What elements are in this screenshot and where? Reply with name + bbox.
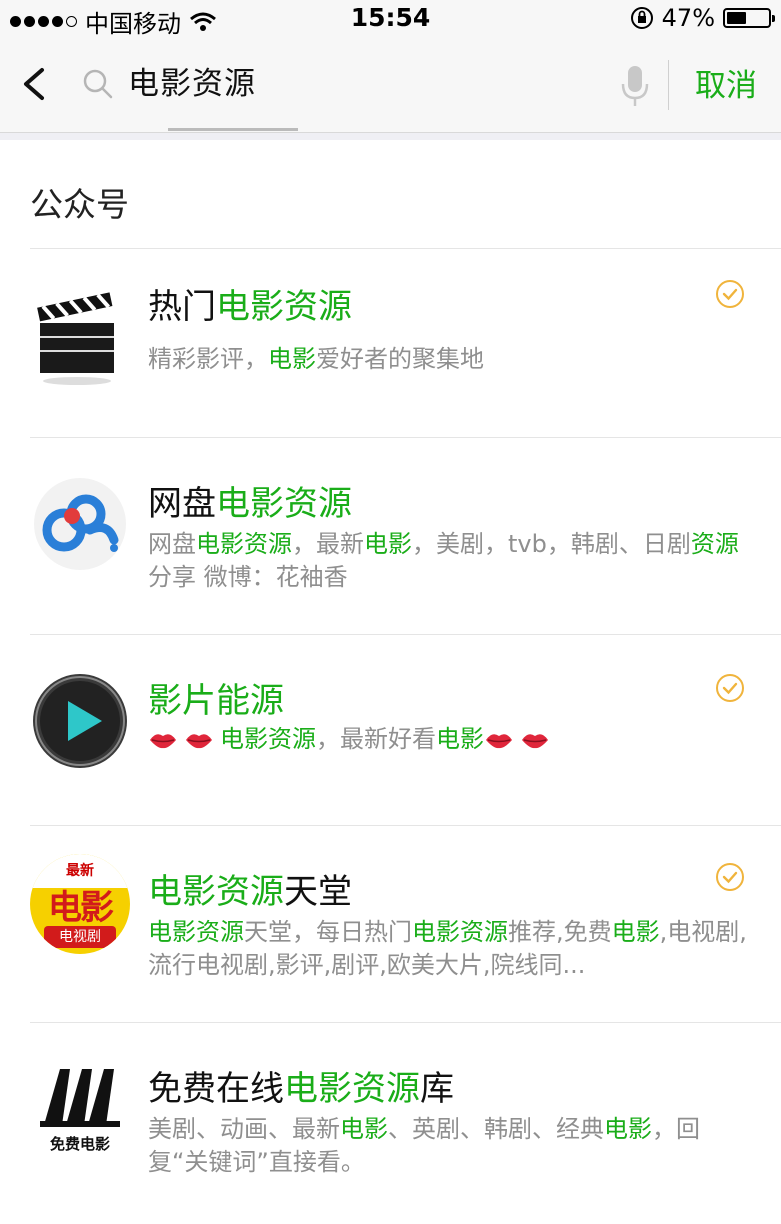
text-segment: ，最新 xyxy=(292,530,364,558)
kiss-lips-icon xyxy=(150,734,176,749)
result-list: 热门电影资源 精彩影评，电影爱好者的聚集地 网盘电影资源 网盘电影资源，最新电影… xyxy=(30,248,781,1219)
keyword-highlight: 电影 xyxy=(340,1115,388,1143)
result-title: 影片能源 xyxy=(148,673,284,722)
text-segment: 、英剧、韩剧、经典 xyxy=(388,1115,604,1143)
text-segment: 分享 微博：花袖香 xyxy=(148,563,348,591)
keyword-highlight: 电影资源 xyxy=(412,918,508,946)
result-title: 网盘电影资源 xyxy=(148,476,352,525)
text-segment: 爱好者的聚集地 xyxy=(316,345,484,373)
section-title: 公众号 xyxy=(30,185,129,224)
clapperboard-icon xyxy=(37,292,114,385)
keyword-highlight: 电影 xyxy=(364,530,412,558)
text-segment: ，美剧，tvb，韩剧、日剧 xyxy=(412,530,691,558)
verified-badge-icon xyxy=(716,674,744,702)
text-segment: 天堂 xyxy=(284,872,352,912)
keyword-highlight: 电影资源 xyxy=(216,287,352,327)
result-title: 热门电影资源 xyxy=(148,279,352,328)
keyword-highlight: 电影资源 xyxy=(148,918,244,946)
result-item[interactable]: 免费电影 免费在线电影资源库 美剧、动画、最新电影、英剧、韩剧、经典电影，回复“… xyxy=(30,1023,781,1219)
text-cursor-underline xyxy=(168,128,298,131)
result-title: 电影资源天堂 xyxy=(148,864,352,913)
text-segment: 推荐,免费 xyxy=(508,918,612,946)
result-description: 网盘电影资源，最新电影，美剧，tvb，韩剧、日剧资源分享 微博：花袖香 xyxy=(148,528,748,594)
verified-badge-icon xyxy=(716,280,744,308)
keyword-highlight: 电影资源 xyxy=(196,530,292,558)
movie-tv-badge-logo: 最新 电影 电视剧 xyxy=(30,854,130,954)
text-segment: 网盘 xyxy=(148,530,196,558)
text-segment: 精彩影评， xyxy=(148,345,268,373)
badge-main-text: 电影 xyxy=(48,888,114,928)
play-button-logo xyxy=(33,674,127,768)
orientation-lock-icon xyxy=(630,7,653,29)
text-segment: ，最新好看 xyxy=(316,725,436,753)
text-segment: 天堂，每日热门 xyxy=(244,918,412,946)
badge-top-text: 最新 xyxy=(66,863,94,879)
free-movie-logo: 免费电影 xyxy=(30,1061,130,1161)
status-bar: 中国移动 15:54 47% xyxy=(0,0,781,38)
battery-icon xyxy=(723,8,775,28)
result-title: 免费在线电影资源库 xyxy=(148,1061,454,1110)
cancel-button[interactable]: 取消 xyxy=(680,62,772,110)
kiss-lips-icon xyxy=(186,734,212,749)
keyword-highlight: 电影 xyxy=(268,345,316,373)
result-description: 电影资源，最新好看电影 xyxy=(148,723,748,756)
search-results: 公众号 热门电影资源 精彩影评，电影爱好者的聚集地 网盘电影资源 网盘电影资源，… xyxy=(0,140,781,1224)
search-icon xyxy=(83,69,113,99)
result-item[interactable]: 热门电影资源 精彩影评，电影爱好者的聚集地 xyxy=(30,249,781,438)
result-description: 电影资源天堂，每日热门电影资源推荐,免费电影,电视剧,流行电视剧,影评,剧评,欧… xyxy=(148,916,748,982)
logo-caption: 免费电影 xyxy=(49,1135,110,1153)
result-item[interactable]: 影片能源 电影资源，最新好看电影 xyxy=(30,635,781,826)
battery-percent: 47% xyxy=(661,4,715,32)
badge-bottom-text: 电视剧 xyxy=(44,926,116,948)
text-segment: 免费在线 xyxy=(148,1069,284,1109)
kiss-lips-icon xyxy=(522,734,548,749)
keyword-highlight: 电影 xyxy=(604,1115,652,1143)
keyword-highlight: 电影资源 xyxy=(284,1069,420,1109)
keyword-highlight: 电影 xyxy=(611,918,660,946)
text-segment: 网盘 xyxy=(148,484,216,524)
result-description: 美剧、动画、最新电影、英剧、韩剧、经典电影，回复“关键词”直接看。 xyxy=(148,1113,748,1179)
result-item[interactable]: 最新 电影 电视剧 电影资源天堂 电影资源天堂，每日热门电影资源推荐,免费电影,… xyxy=(30,826,781,1023)
text-segment: 美剧、动画、最新 xyxy=(148,1115,340,1143)
film-strip-icon xyxy=(40,1069,120,1127)
keyword-highlight: 资源 xyxy=(690,530,739,558)
kiss-lips-icon xyxy=(486,734,512,749)
result-description: 精彩影评，电影爱好者的聚集地 xyxy=(148,343,748,376)
search-input[interactable]: 电影资源 xyxy=(128,60,578,108)
back-arrow-icon[interactable] xyxy=(14,56,58,112)
microphone-icon[interactable] xyxy=(618,62,652,110)
keyword-highlight: 电影资源 xyxy=(220,725,316,753)
keyword-highlight: 电影资源 xyxy=(148,872,284,912)
search-header: 电影资源 取消 xyxy=(0,36,781,133)
keyword-highlight: 电影资源 xyxy=(216,484,352,524)
header-divider xyxy=(668,60,669,110)
baidu-cloud-logo xyxy=(34,478,126,570)
keyword-highlight: 影片能源 xyxy=(148,681,284,721)
text-segment: 热门 xyxy=(148,287,216,327)
keyword-highlight: 电影 xyxy=(436,725,484,753)
text-segment: 库 xyxy=(420,1069,454,1109)
result-item[interactable]: 网盘电影资源 网盘电影资源，最新电影，美剧，tvb，韩剧、日剧资源分享 微博：花… xyxy=(30,438,781,635)
verified-badge-icon xyxy=(716,863,744,891)
